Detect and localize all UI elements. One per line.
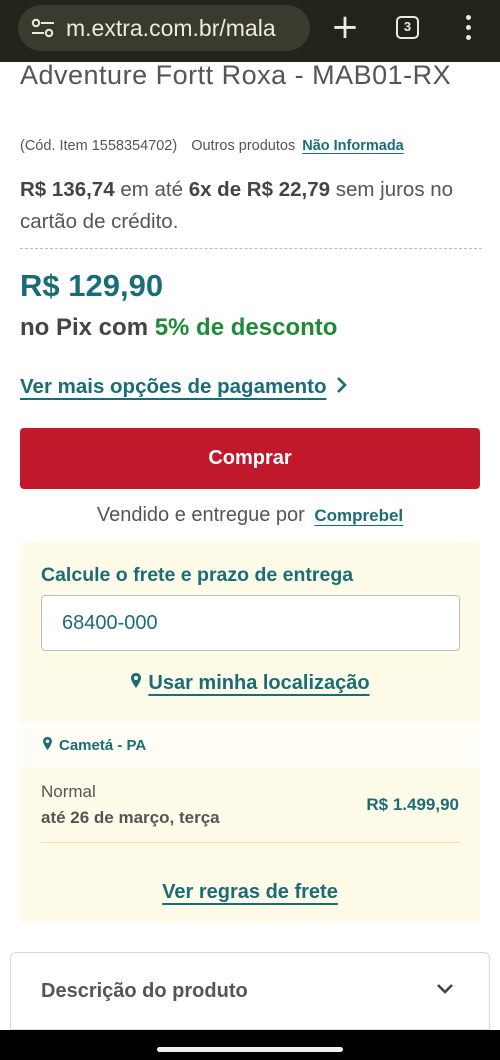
browser-toolbar: m.extra.com.br/mala + 3 xyxy=(0,0,500,62)
pix-prefix: no Pix com xyxy=(20,314,149,341)
more-payment-label[interactable]: Ver mais opções de pagamento xyxy=(20,375,326,399)
system-nav-bar xyxy=(0,1030,500,1060)
pix-discount-line: no Pix com 5% de desconto xyxy=(20,314,337,342)
shipping-title: Calcule o frete e prazo de entrega xyxy=(41,564,354,586)
installment-terms: 6x de R$ 22,79 xyxy=(188,178,331,201)
location-pin-icon[interactable] xyxy=(130,672,142,695)
gesture-handle[interactable] xyxy=(157,1047,343,1052)
selected-city: Cametá - PA xyxy=(20,722,480,768)
chevron-down-icon[interactable] xyxy=(435,981,455,995)
price-divider xyxy=(20,248,482,249)
description-accordion[interactable]: Descrição do produto xyxy=(10,952,490,1030)
product-code-line: (Cód. Item 1558354702) Outros produtos N… xyxy=(20,138,404,154)
installment-info: R$ 136,74 em até 6x de R$ 22,79 sem juro… xyxy=(20,174,480,238)
chevron-right-icon[interactable] xyxy=(336,374,348,400)
more-payment-options-link[interactable]: Ver mais opções de pagamento xyxy=(20,374,348,400)
shipping-option-name: Normal xyxy=(41,782,96,801)
others-label: Outros produtos xyxy=(191,138,296,154)
pix-discount: 5% de desconto xyxy=(154,314,338,341)
address-bar[interactable]: m.extra.com.br/mala xyxy=(18,5,310,51)
product-code: (Cód. Item 1558354702) xyxy=(20,138,178,154)
product-title: Adventure Fortt Roxa - MAB01-RX xyxy=(20,60,452,90)
buy-button[interactable]: Comprar xyxy=(20,428,480,489)
shipping-divider xyxy=(41,842,460,843)
brand-link[interactable]: Não Informada xyxy=(302,138,404,154)
shipping-calculator: Calcule o frete e prazo de entrega Usar … xyxy=(20,542,480,923)
seller-link[interactable]: Comprebel xyxy=(314,506,403,525)
card-price: R$ 136,74 xyxy=(20,178,115,201)
use-location-link[interactable]: Usar minha localização xyxy=(20,672,480,695)
description-label[interactable]: Descrição do produto xyxy=(41,980,248,1003)
tabs-icon[interactable]: 3 xyxy=(396,16,419,39)
shipping-option-date: até 26 de março, terça xyxy=(41,808,220,827)
city-label: Cametá - PA xyxy=(59,736,147,754)
installment-mid: em até xyxy=(120,178,183,201)
tune-icon[interactable] xyxy=(30,16,56,40)
shipping-option-price: R$ 1.499,90 xyxy=(366,795,459,814)
more-vert-icon[interactable] xyxy=(458,13,478,43)
pix-price: R$ 129,90 xyxy=(20,268,164,303)
location-pin-icon xyxy=(42,736,53,755)
cep-input[interactable] xyxy=(41,595,460,651)
use-location-label[interactable]: Usar minha localização xyxy=(148,672,369,695)
seller-info: Vendido e entregue por Comprebel xyxy=(0,504,500,527)
url-text[interactable]: m.extra.com.br/mala xyxy=(66,15,276,42)
seller-label: Vendido e entregue por xyxy=(96,504,305,526)
new-tab-button[interactable]: + xyxy=(330,10,360,46)
shipping-rules-link[interactable]: Ver regras de frete xyxy=(20,881,480,904)
